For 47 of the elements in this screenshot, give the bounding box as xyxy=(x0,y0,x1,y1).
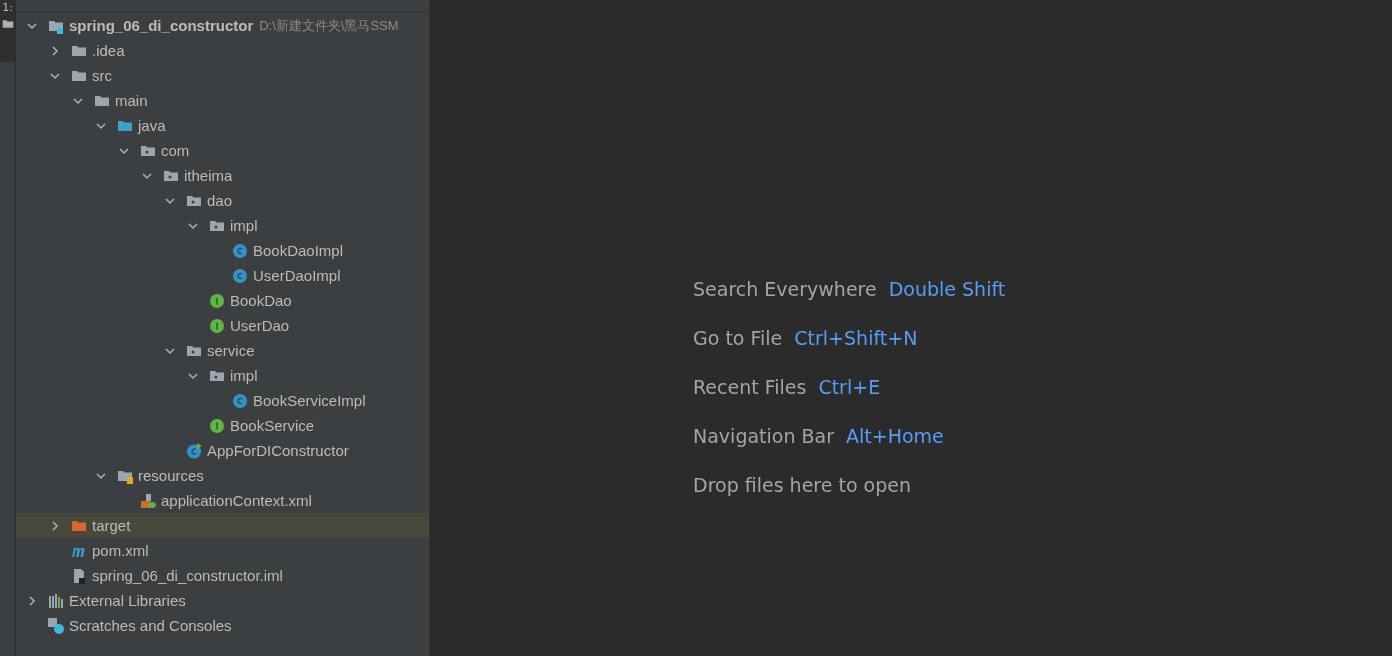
tree-row[interactable]: AppForDIConstructor xyxy=(16,438,429,463)
interface-icon xyxy=(208,317,226,334)
xml-file-icon xyxy=(139,492,157,509)
tree-row[interactable]: spring_06_di_constructor.iml xyxy=(16,563,429,588)
hint-label: Search Everywhere xyxy=(693,278,877,300)
project-tool-tab[interactable]: 1: xyxy=(0,0,15,62)
tree-row[interactable]: src xyxy=(16,63,429,88)
tree-row[interactable]: Scratches and Consoles xyxy=(16,613,429,638)
tree-row[interactable]: External Libraries xyxy=(16,588,429,613)
interface-icon xyxy=(208,417,226,434)
class-icon xyxy=(231,267,249,284)
interface-icon xyxy=(208,292,226,309)
shortcut-text: Ctrl+Shift+N xyxy=(794,327,918,349)
tree-row[interactable]: UserDaoImpl xyxy=(16,263,429,288)
tree-row[interactable]: main xyxy=(16,88,429,113)
tree-row[interactable]: UserDao xyxy=(16,313,429,338)
tree-row[interactable]: com xyxy=(16,138,429,163)
module-path: D:\新建文件夹\黑马SSM xyxy=(259,16,399,35)
tree-row[interactable]: itheima xyxy=(16,163,429,188)
folder-icon xyxy=(1,18,14,31)
shortcut-text: Double Shift xyxy=(888,278,1006,300)
tree-row[interactable]: impl xyxy=(16,213,429,238)
tree-row[interactable]: spring_06_di_constructor D:\新建文件夹\黑马SSM xyxy=(16,13,429,38)
tree-row[interactable]: applicationContext.xml xyxy=(16,488,429,513)
tree-row[interactable]: service xyxy=(16,338,429,363)
hint-label: Navigation Bar xyxy=(693,425,834,447)
tree-row[interactable]: .idea xyxy=(16,38,429,63)
libraries-icon xyxy=(47,592,65,609)
hint-label: Recent Files xyxy=(693,376,807,398)
hint-label: Go to File xyxy=(693,327,783,349)
tree-row[interactable]: BookDao xyxy=(16,288,429,313)
tree-row[interactable]: BookServiceImpl xyxy=(16,388,429,413)
runnable-class-icon xyxy=(185,442,203,459)
tree-row[interactable]: impl xyxy=(16,363,429,388)
tree-row[interactable]: pom.xml xyxy=(16,538,429,563)
tree-row[interactable]: dao xyxy=(16,188,429,213)
scratches-icon xyxy=(47,617,65,634)
tree-row[interactable]: BookDaoImpl xyxy=(16,238,429,263)
shortcut-text: Alt+Home xyxy=(846,425,944,447)
tree-row[interactable]: target xyxy=(16,513,429,538)
hint-label: Drop files here to open xyxy=(693,474,911,496)
class-icon xyxy=(231,392,249,409)
tree-row[interactable]: java xyxy=(16,113,429,138)
shortcut-text: Ctrl+E xyxy=(818,376,881,398)
tree-row[interactable]: BookService xyxy=(16,413,429,438)
tree-row[interactable]: resources xyxy=(16,463,429,488)
class-icon xyxy=(231,242,249,259)
